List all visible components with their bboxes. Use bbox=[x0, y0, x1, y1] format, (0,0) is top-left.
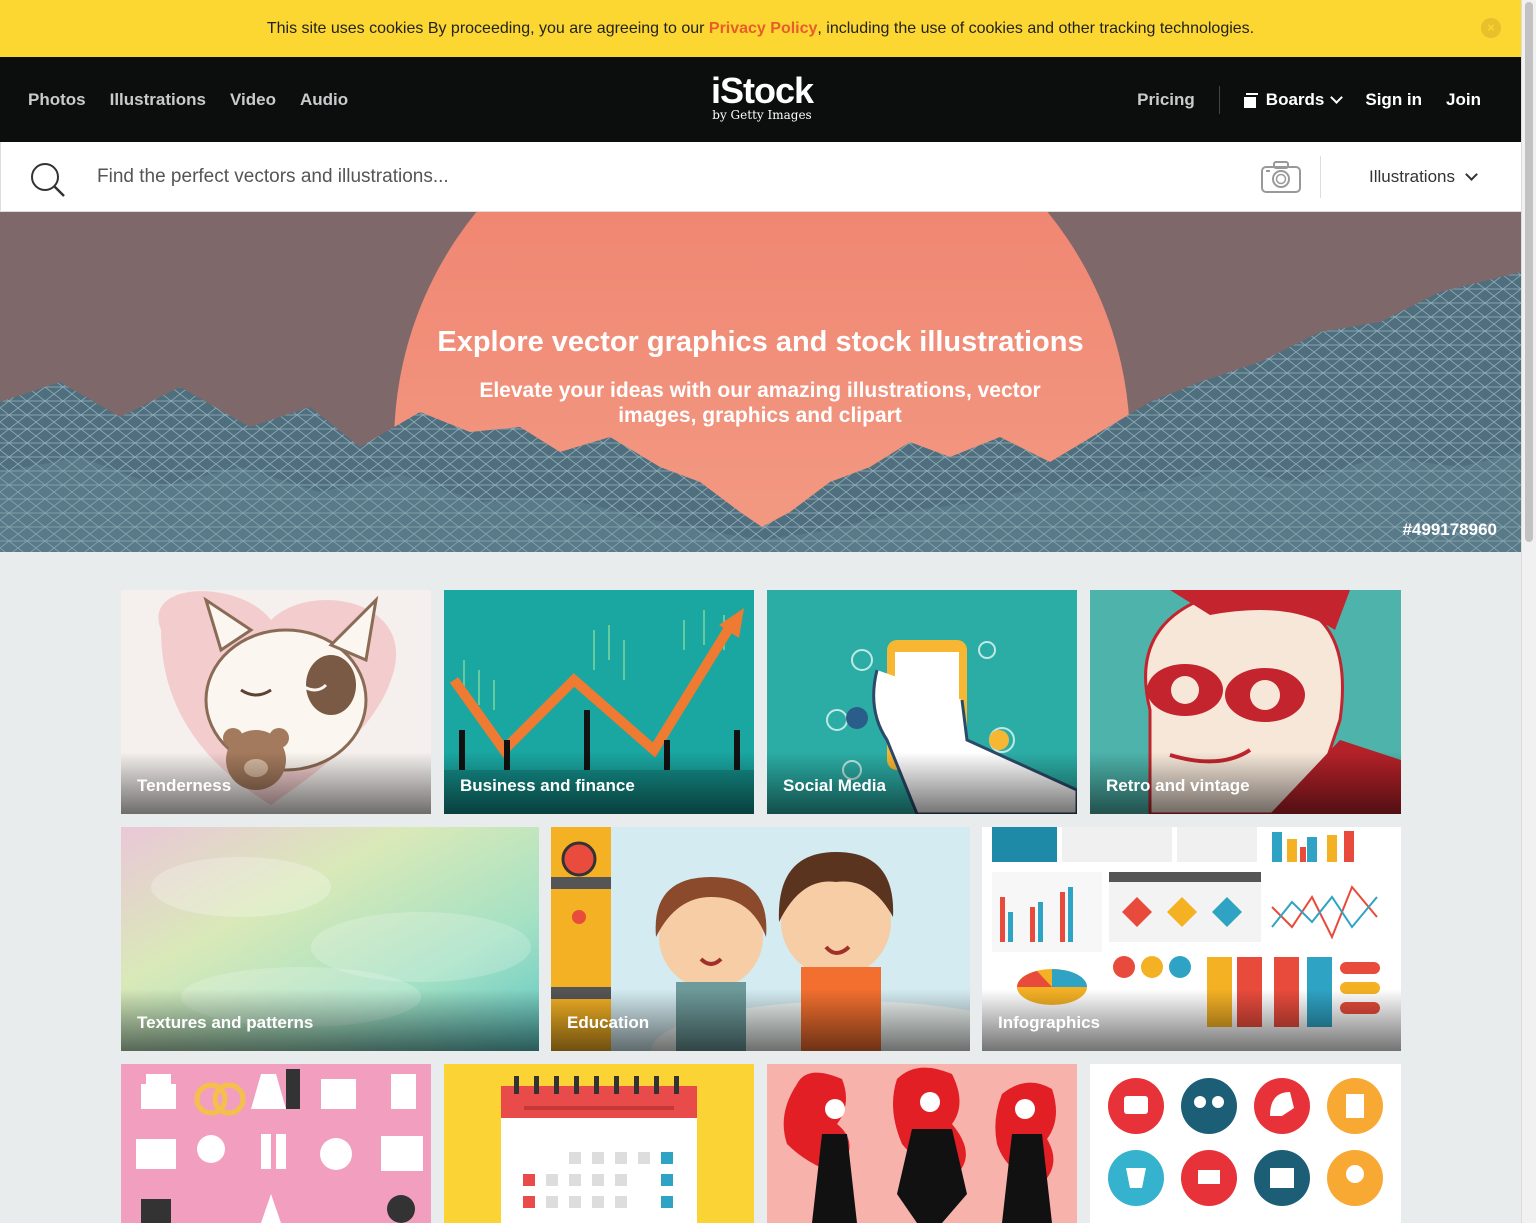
hero-image-id[interactable]: #499178960 bbox=[1402, 520, 1497, 540]
education-icons-illustration bbox=[1090, 1064, 1401, 1223]
privacy-policy-link[interactable]: Privacy Policy bbox=[709, 20, 818, 37]
chevron-down-icon bbox=[1465, 168, 1478, 181]
hero-title: Explore vector graphics and stock illust… bbox=[437, 326, 1084, 358]
tile-label: Social Media bbox=[783, 776, 886, 795]
tile-education[interactable]: Education bbox=[551, 827, 970, 1051]
search-icon[interactable] bbox=[29, 161, 65, 197]
tile-label: Retro and vintage bbox=[1106, 776, 1250, 795]
tile-label: Business and finance bbox=[460, 776, 635, 795]
boards-label: Boards bbox=[1265, 89, 1325, 109]
boards-icon bbox=[1243, 93, 1258, 108]
search-type-label: Illustrations bbox=[1369, 167, 1455, 186]
tile-label: Education bbox=[567, 1013, 650, 1032]
tile-infographics[interactable]: Infographics bbox=[982, 827, 1401, 1051]
fashion-illustration bbox=[767, 1064, 1077, 1223]
cookie-text: This site uses cookies By proceeding, yo… bbox=[267, 20, 1254, 38]
search-type-dropdown[interactable]: Illustrations bbox=[1369, 142, 1478, 212]
nav-video[interactable]: Video bbox=[230, 90, 276, 110]
main-nav: Photos Illustrations Video Audio bbox=[28, 57, 348, 142]
chevron-down-icon bbox=[1330, 90, 1344, 104]
logo-subtext: by Getty Images bbox=[712, 108, 812, 122]
account-nav: Pricing Boards Sign in Join bbox=[1137, 57, 1481, 142]
pricing-link[interactable]: Pricing bbox=[1137, 85, 1220, 114]
tile-education-icons[interactable] bbox=[1090, 1064, 1401, 1223]
camera-icon[interactable] bbox=[1260, 160, 1302, 194]
tile-label: Infographics bbox=[998, 1013, 1101, 1032]
tile-fashion[interactable] bbox=[767, 1064, 1077, 1223]
tile-business-and-finance[interactable]: Business and finance bbox=[444, 590, 754, 814]
cookie-banner: This site uses cookies By proceeding, yo… bbox=[0, 0, 1521, 57]
search-bar: Illustrations bbox=[0, 142, 1521, 212]
site-header: Photos Illustrations Video Audio iStock … bbox=[0, 57, 1521, 142]
hero-subtitle: Elevate your ideas with our amazing illu… bbox=[479, 379, 1041, 427]
tile-label: Textures and patterns bbox=[137, 1013, 314, 1032]
search-input[interactable] bbox=[97, 159, 1237, 195]
cookie-text-end: , including the use of cookies and other… bbox=[817, 19, 1255, 37]
tile-textures-and-patterns[interactable]: Textures and patterns bbox=[121, 827, 539, 1051]
logo-text: iStock bbox=[710, 70, 814, 111]
istock-logo[interactable]: iStock by Getty Images bbox=[706, 71, 818, 127]
boards-menu[interactable]: Boards bbox=[1243, 89, 1344, 110]
tile-calendar[interactable] bbox=[444, 1064, 754, 1223]
tile-wedding-icons[interactable] bbox=[121, 1064, 431, 1223]
scrollbar[interactable] bbox=[1521, 0, 1536, 1223]
tile-retro-and-vintage[interactable]: Retro and vintage bbox=[1090, 590, 1401, 814]
nav-photos[interactable]: Photos bbox=[28, 90, 86, 110]
join-link[interactable]: Join bbox=[1446, 90, 1481, 110]
tile-label: Tenderness bbox=[137, 776, 232, 795]
wedding-illustration bbox=[121, 1064, 431, 1223]
tile-tenderness[interactable]: Tenderness bbox=[121, 590, 431, 814]
search-divider bbox=[1320, 156, 1321, 198]
sign-in-link[interactable]: Sign in bbox=[1365, 90, 1422, 110]
nav-audio[interactable]: Audio bbox=[300, 90, 348, 110]
close-icon[interactable]: × bbox=[1481, 18, 1501, 38]
tile-social-media[interactable]: Social Media bbox=[767, 590, 1077, 814]
cookie-text-start: This site uses cookies By proceeding, yo… bbox=[266, 19, 709, 37]
nav-illustrations[interactable]: Illustrations bbox=[110, 90, 206, 110]
hero-banner: Explore vector graphics and stock illust… bbox=[0, 212, 1521, 552]
calendar-illustration bbox=[444, 1064, 754, 1223]
scrollbar-thumb[interactable] bbox=[1525, 2, 1533, 542]
